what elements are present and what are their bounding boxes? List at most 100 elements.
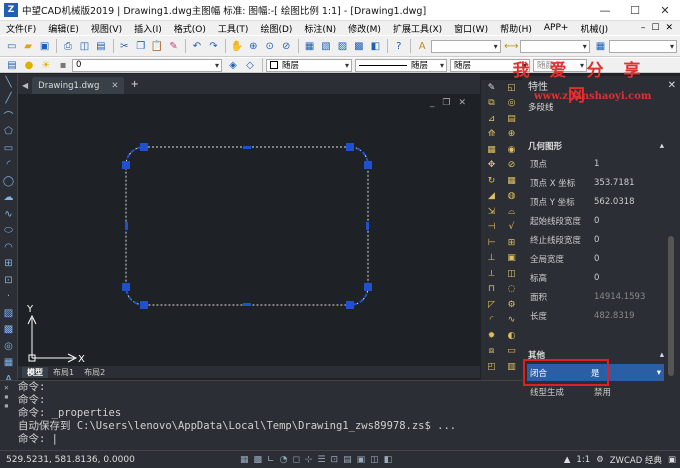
grid-icon[interactable]: ▩ — [254, 455, 263, 465]
command-input[interactable]: 命令: | — [0, 433, 522, 446]
zoom-window-icon[interactable]: ⊙ — [262, 39, 277, 54]
section-geometry[interactable]: 几何图形 ▴ — [526, 139, 664, 153]
drawing-canvas[interactable]: _ ❐ ✕ Y X — [18, 94, 480, 368]
tab-close-icon[interactable]: ✕ — [111, 81, 118, 91]
array-icon[interactable]: ▦ — [481, 142, 502, 158]
mech-rough-icon[interactable]: √ — [501, 220, 522, 236]
menu-mechanical[interactable]: 机械(J) — [574, 22, 614, 35]
break-at-point-icon[interactable]: ⊥ — [481, 251, 502, 267]
rectangle-icon[interactable]: ▭ — [0, 140, 17, 157]
new-file-icon[interactable]: ▭ — [4, 39, 19, 54]
menu-file[interactable]: 文件(F) — [0, 22, 42, 35]
new-tab-icon[interactable]: + — [130, 79, 138, 94]
grip[interactable] — [122, 161, 130, 169]
tab-layout1[interactable]: 布局1 — [48, 367, 79, 378]
tab-layout2[interactable]: 布局2 — [79, 367, 110, 378]
prop-row-length[interactable]: 长度 482.8319 — [530, 306, 664, 325]
maximize-button[interactable]: ☐ — [620, 0, 650, 21]
sun-icon[interactable]: ☀ — [38, 58, 54, 73]
mech-spring-icon[interactable]: ∿ — [501, 313, 522, 329]
zoom-previous-icon[interactable]: ⊘ — [278, 39, 293, 54]
annotation-icon[interactable]: ◧ — [384, 455, 393, 465]
table-style-select[interactable] — [609, 39, 678, 53]
copy-icon[interactable]: ❐ — [133, 39, 148, 54]
move-icon[interactable]: ✥ — [481, 158, 502, 174]
gradient-icon[interactable]: ▩ — [0, 322, 17, 339]
grip[interactable] — [122, 283, 130, 291]
layer-select[interactable]: 0 — [72, 58, 222, 72]
region-icon[interactable]: ◎ — [0, 338, 17, 355]
grip[interactable] — [140, 301, 148, 309]
grip[interactable] — [346, 143, 354, 151]
ortho-icon[interactable]: ∟ — [267, 455, 275, 465]
mech-detail-icon[interactable]: ◌ — [501, 282, 522, 298]
doc-minimize-button[interactable]: – — [638, 23, 649, 33]
break-icon[interactable]: ⟂ — [481, 266, 502, 282]
layer-manager-icon[interactable]: ◧ — [368, 39, 383, 54]
selection-cycling-icon[interactable]: ◫ — [370, 455, 379, 465]
menu-edit[interactable]: 编辑(E) — [42, 22, 85, 35]
properties-close-icon[interactable]: ✕ — [668, 80, 676, 91]
prop-row-vertex-x[interactable]: 顶点 X 坐标 353.7181 — [530, 173, 664, 192]
mech-symbol-icon[interactable]: ◉ — [501, 142, 522, 158]
mech-part-icon[interactable]: ◍ — [501, 189, 522, 205]
model-icon[interactable]: ▤ — [343, 455, 352, 465]
viewport-close-icon[interactable]: ✕ — [458, 98, 466, 108]
open-folder-icon[interactable]: ▰ — [20, 39, 35, 54]
ellipse-arc-icon[interactable]: ◠ — [0, 239, 17, 256]
polygon-icon[interactable]: ⬠ — [0, 124, 17, 141]
offset-icon[interactable]: ⟰ — [481, 127, 502, 143]
menu-extension[interactable]: 扩展工具(X) — [387, 22, 448, 35]
dropdown-arrow-icon[interactable]: ▾ — [657, 368, 661, 378]
redo-icon[interactable]: ↷ — [206, 39, 221, 54]
save-icon[interactable]: ▣ — [37, 39, 52, 54]
point-icon[interactable]: · — [0, 289, 17, 306]
annotation-scale[interactable]: 1:1 — [576, 455, 590, 465]
scale-icon[interactable]: ◢ — [481, 189, 502, 205]
insert-block-icon[interactable]: ⊞ — [0, 256, 17, 273]
grip[interactable] — [364, 283, 372, 291]
layer-previous-icon[interactable]: ◇ — [242, 58, 258, 73]
pan-icon[interactable]: ✋ — [229, 39, 244, 54]
circle-icon[interactable]: ◯ — [0, 173, 17, 190]
viewport-minimize-icon[interactable]: _ — [430, 98, 435, 108]
mech-bom-icon[interactable]: ▦ — [501, 173, 522, 189]
prop-row-area[interactable]: 面积 14914.1593 — [530, 287, 664, 306]
mirror-icon[interactable]: ⊿ — [481, 111, 502, 127]
line-icon[interactable]: ╲ — [0, 74, 17, 91]
menu-view[interactable]: 视图(V) — [85, 22, 128, 35]
print-preview-icon[interactable]: ◫ — [77, 39, 92, 54]
mech-balloon-icon[interactable]: ⊘ — [501, 158, 522, 174]
revcloud-icon[interactable]: ☁ — [0, 190, 17, 207]
rounded-rectangle-polyline[interactable] — [125, 146, 369, 306]
menu-format[interactable]: 格式(O) — [168, 22, 212, 35]
paste-icon[interactable]: 📋 — [149, 39, 164, 54]
brand-label[interactable]: ZWCAD 经典 — [610, 454, 662, 466]
draworder-icon[interactable]: ⧈ — [481, 344, 502, 360]
mech-tol-icon[interactable]: ⊞ — [501, 235, 522, 251]
mech-gear-icon[interactable]: ⚙ — [501, 297, 522, 313]
mech-weld-icon[interactable]: ⌓ — [501, 204, 522, 220]
tab-scroll-left-icon[interactable]: ◀ — [18, 81, 32, 94]
menu-window[interactable]: 窗口(W) — [448, 22, 494, 35]
mech-centerline-icon[interactable]: ⊕ — [501, 127, 522, 143]
erase-icon[interactable]: ✎ — [481, 80, 502, 96]
table-style-icon[interactable]: ▦ — [593, 39, 608, 54]
grip-midpoint[interactable] — [125, 222, 128, 230]
prop-row-vertex-y[interactable]: 顶点 Y 坐标 562.0318 — [530, 192, 664, 211]
lineweight-icon[interactable]: ☰ — [317, 455, 325, 465]
table-icon[interactable]: ▦ — [0, 355, 17, 372]
grips[interactable] — [122, 143, 372, 309]
ellipse-icon[interactable]: ⬭ — [0, 223, 17, 240]
trim-icon[interactable]: ⊣ — [481, 220, 502, 236]
mech-bearing-icon[interactable]: ◐ — [501, 328, 522, 344]
mech-section-icon[interactable]: ◫ — [501, 266, 522, 282]
menu-draw[interactable]: 绘图(D) — [254, 22, 298, 35]
copy-object-icon[interactable]: ⧉ — [481, 96, 502, 112]
tab-model[interactable]: 模型 — [22, 366, 48, 378]
prop-row-linetype-gen[interactable]: 线型生成 禁用 — [530, 382, 664, 401]
construction-line-icon[interactable]: ╱ — [0, 91, 17, 108]
cut-icon[interactable]: ✂ — [117, 39, 132, 54]
annotation-scale-icon[interactable]: ▲ — [564, 455, 571, 465]
mech-title-icon[interactable]: ▤ — [501, 111, 522, 127]
